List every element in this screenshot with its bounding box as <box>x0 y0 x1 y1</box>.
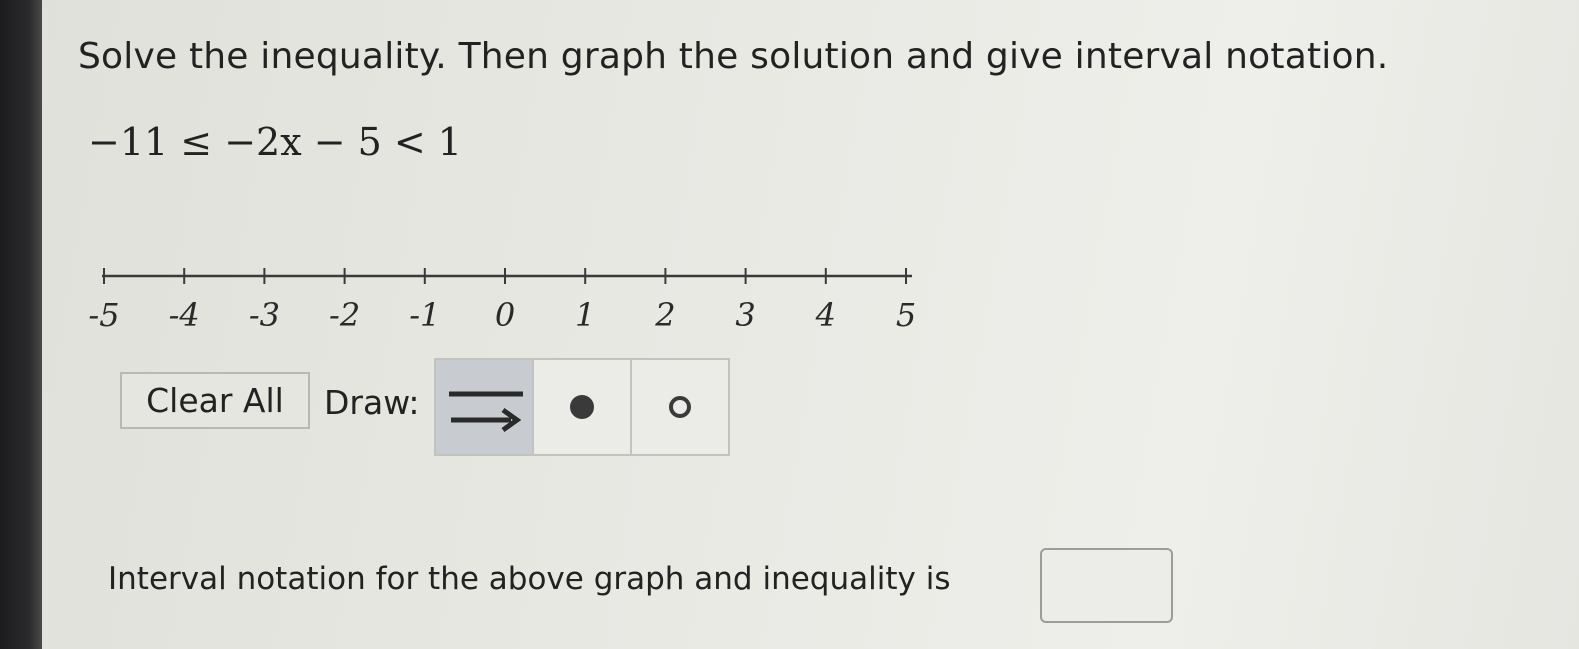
draw-tools <box>434 358 730 456</box>
line-ray-icon <box>449 391 523 433</box>
number-line-tick-label: 3 <box>735 296 755 334</box>
interval-notation-input[interactable] <box>1040 548 1173 623</box>
draw-label: Draw: <box>324 383 420 422</box>
number-line-tick-label: -5 <box>88 296 119 334</box>
number-line-tick-label: 0 <box>495 296 515 334</box>
open-dot-tool-button[interactable] <box>630 358 730 456</box>
open-dot-icon <box>669 396 691 418</box>
number-line-tick-label: 4 <box>815 296 836 334</box>
screen-bezel <box>0 0 42 649</box>
ray-tool-button[interactable] <box>434 358 534 456</box>
question-panel: Solve the inequality. Then graph the sol… <box>0 0 1579 649</box>
number-line-tick-label: -1 <box>409 296 440 334</box>
interval-notation-label: Interval notation for the above graph an… <box>108 561 951 597</box>
number-line-tick-label: -2 <box>329 296 360 334</box>
number-line-tick-label: 1 <box>575 296 595 334</box>
question-prompt: Solve the inequality. Then graph the sol… <box>78 36 1389 77</box>
number-line-tick-label: 5 <box>896 296 916 334</box>
inequality-expression: −11 ≤ −2x − 5 < 1 <box>88 120 462 164</box>
number-line-tick-label: 2 <box>654 296 675 334</box>
closed-dot-icon <box>570 395 594 419</box>
closed-dot-tool-button[interactable] <box>532 358 632 456</box>
clear-all-button[interactable]: Clear All <box>120 372 310 429</box>
number-line-tick-label: -3 <box>249 296 280 334</box>
number-line-tick-label: -4 <box>169 296 200 334</box>
number-line[interactable]: -5 -4 -3 -2 -1 0 1 2 3 4 5 <box>80 258 940 348</box>
